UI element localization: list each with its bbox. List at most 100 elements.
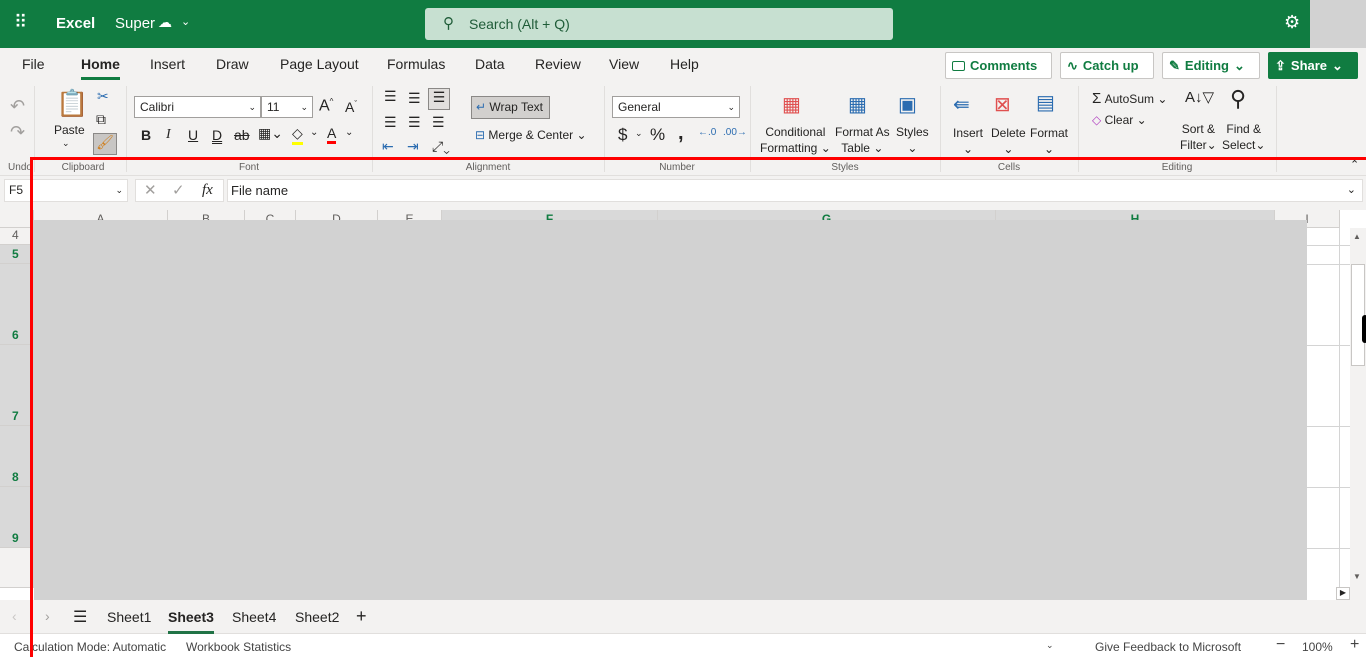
strikethrough-button[interactable]: ab xyxy=(234,127,250,143)
cell-styles-icon[interactable]: ▣ xyxy=(898,92,917,117)
orientation-icon[interactable]: ⤢⌄ xyxy=(432,138,450,155)
row-header-10[interactable] xyxy=(0,548,34,588)
next-sheet-icon[interactable]: › xyxy=(45,608,50,624)
comments-button[interactable]: Comments xyxy=(945,52,1052,79)
decrease-decimal-icon[interactable]: .00→ xyxy=(723,127,747,138)
font-size-select[interactable]: 11 ⌄ xyxy=(261,96,313,118)
previous-sheet-icon[interactable]: ‹ xyxy=(12,608,17,624)
sheet-tab-sheet4[interactable]: Sheet4 xyxy=(232,609,276,625)
zoom-out-icon[interactable]: − xyxy=(1276,636,1285,654)
zoom-level[interactable]: 100% xyxy=(1302,640,1333,654)
format-cells-icon[interactable]: ▤ xyxy=(1036,90,1055,115)
workbook-statistics[interactable]: Workbook Statistics xyxy=(186,640,291,654)
profile-placeholder[interactable] xyxy=(1310,0,1366,52)
cut-icon[interactable]: ✂ xyxy=(97,88,109,105)
bold-button[interactable]: B xyxy=(141,127,151,143)
number-format-select[interactable]: General ⌄ xyxy=(612,96,740,118)
tab-home[interactable]: Home xyxy=(81,56,120,80)
format-as-table-icon[interactable]: ▦ xyxy=(848,92,867,117)
align-left-icon[interactable]: ☰ xyxy=(384,114,397,131)
editing-mode-button[interactable]: ✎ Editing ⌄ xyxy=(1162,52,1260,79)
autosum-button[interactable]: Σ AutoSum ⌄ xyxy=(1092,90,1167,107)
delete-button[interactable]: Delete ⌄ xyxy=(991,125,1026,157)
row-header-6[interactable]: 6 xyxy=(0,264,34,345)
percent-button[interactable]: % xyxy=(650,125,665,145)
fill-color-icon[interactable]: ◇ xyxy=(292,125,303,145)
select-all-corner[interactable] xyxy=(0,210,34,228)
align-middle-icon[interactable]: ☰ xyxy=(408,90,421,107)
format-as-table-button[interactable]: Format As Table ⌄ xyxy=(835,124,890,156)
insert-cells-icon[interactable]: ⇚ xyxy=(953,92,970,117)
row-header-7[interactable]: 7 xyxy=(0,345,34,426)
scroll-up-icon[interactable]: ▲ xyxy=(1353,232,1361,241)
conditional-formatting-button[interactable]: Conditional Formatting ⌄ xyxy=(760,124,831,156)
row-header-4[interactable]: 4 xyxy=(0,228,34,245)
decrease-indent-icon[interactable]: ⇤ xyxy=(382,138,394,155)
tab-file[interactable]: File xyxy=(22,56,45,72)
italic-button[interactable]: I xyxy=(166,127,171,143)
catch-up-button[interactable]: ∿ Catch up xyxy=(1060,52,1154,79)
delete-cells-icon[interactable]: ⊠ xyxy=(994,92,1011,117)
formula-input[interactable]: File name ⌄ xyxy=(227,179,1363,202)
name-box[interactable]: F5 ⌄ xyxy=(4,179,128,202)
comma-button[interactable]: , xyxy=(678,122,684,145)
align-center-icon[interactable]: ☰ xyxy=(408,114,421,131)
underline-button[interactable]: U xyxy=(188,127,198,143)
font-name-select[interactable]: Calibri ⌄ xyxy=(134,96,261,118)
all-sheets-menu-icon[interactable]: ☰ xyxy=(73,607,87,627)
currency-button[interactable]: $ xyxy=(618,125,627,145)
increase-font-icon[interactable]: A^ xyxy=(319,97,333,115)
row-header-5[interactable]: 5 xyxy=(0,245,34,264)
sheet-tab-sheet3[interactable]: Sheet3 xyxy=(168,609,214,634)
add-sheet-icon[interactable]: + xyxy=(356,606,367,627)
vertical-scrollbar[interactable]: ▲ ▼ xyxy=(1350,228,1366,600)
sort-filter-icon[interactable]: A↓▽ xyxy=(1185,88,1214,106)
increase-indent-icon[interactable]: ⇥ xyxy=(407,138,419,155)
increase-decimal-icon[interactable]: ←.0 xyxy=(698,127,716,138)
find-select-button[interactable]: Find & Select⌄ xyxy=(1222,121,1265,153)
tab-insert[interactable]: Insert xyxy=(150,56,185,72)
font-color-icon[interactable]: A xyxy=(327,125,337,144)
cancel-icon[interactable]: ✕ xyxy=(144,180,157,201)
app-name[interactable]: Excel xyxy=(56,15,95,32)
feedback-link[interactable]: Give Feedback to Microsoft xyxy=(1095,640,1241,654)
scroll-down-icon[interactable]: ▼ xyxy=(1353,572,1361,581)
decrease-font-icon[interactable]: Aˇ xyxy=(345,99,357,115)
double-underline-button[interactable]: D xyxy=(212,127,222,143)
confirm-icon[interactable]: ✓ xyxy=(172,180,185,201)
share-button[interactable]: ⇪ Share ⌄ xyxy=(1268,52,1358,79)
chevron-down-icon[interactable]: ⌄ xyxy=(62,138,70,149)
sheet-tab-sheet2[interactable]: Sheet2 xyxy=(295,609,339,625)
paste-label[interactable]: Paste xyxy=(54,122,85,138)
format-button[interactable]: Format ⌄ xyxy=(1030,125,1068,157)
search-input[interactable]: ⚲ Search (Alt + Q) xyxy=(425,8,893,40)
copy-icon[interactable]: ⧉ xyxy=(96,111,106,128)
function-icon[interactable]: fx xyxy=(202,180,213,201)
chevron-down-icon[interactable]: ⌄ xyxy=(181,15,190,28)
tab-formulas[interactable]: Formulas xyxy=(387,56,445,72)
chevron-down-icon[interactable]: ⌄ xyxy=(1046,640,1054,651)
find-icon[interactable]: ⚲ xyxy=(1230,86,1246,112)
redo-icon[interactable]: ↷ xyxy=(10,122,25,143)
tab-help[interactable]: Help xyxy=(670,56,699,72)
format-painter-icon[interactable]: 🖌 xyxy=(93,133,117,155)
tab-data[interactable]: Data xyxy=(475,56,505,72)
undo-icon[interactable]: ↶ xyxy=(10,96,25,117)
align-bottom-icon[interactable]: ☰ xyxy=(428,88,450,110)
document-name[interactable]: Super xyxy=(115,15,155,32)
tab-page-layout[interactable]: Page Layout xyxy=(280,56,359,72)
tab-review[interactable]: Review xyxy=(535,56,581,72)
align-top-icon[interactable]: ☰ xyxy=(384,88,397,105)
zoom-in-icon[interactable]: + xyxy=(1350,636,1359,654)
scroll-right-icon[interactable]: ▶ xyxy=(1336,587,1350,600)
sheet-tab-sheet1[interactable]: Sheet1 xyxy=(107,609,151,625)
tab-draw[interactable]: Draw xyxy=(216,56,249,72)
insert-button[interactable]: Insert ⌄ xyxy=(953,125,983,157)
app-launcher-icon[interactable]: ⠿ xyxy=(14,12,27,33)
conditional-formatting-icon[interactable]: ▦ xyxy=(782,92,801,117)
row-header-8[interactable]: 8 xyxy=(0,426,34,487)
calculation-mode[interactable]: Calculation Mode: Automatic xyxy=(14,640,166,654)
borders-icon[interactable]: ▦⌄ xyxy=(258,125,283,142)
paste-icon[interactable]: 📋 xyxy=(56,88,88,119)
merge-center-button[interactable]: ⊟ Merge & Center ⌄ xyxy=(475,128,587,142)
